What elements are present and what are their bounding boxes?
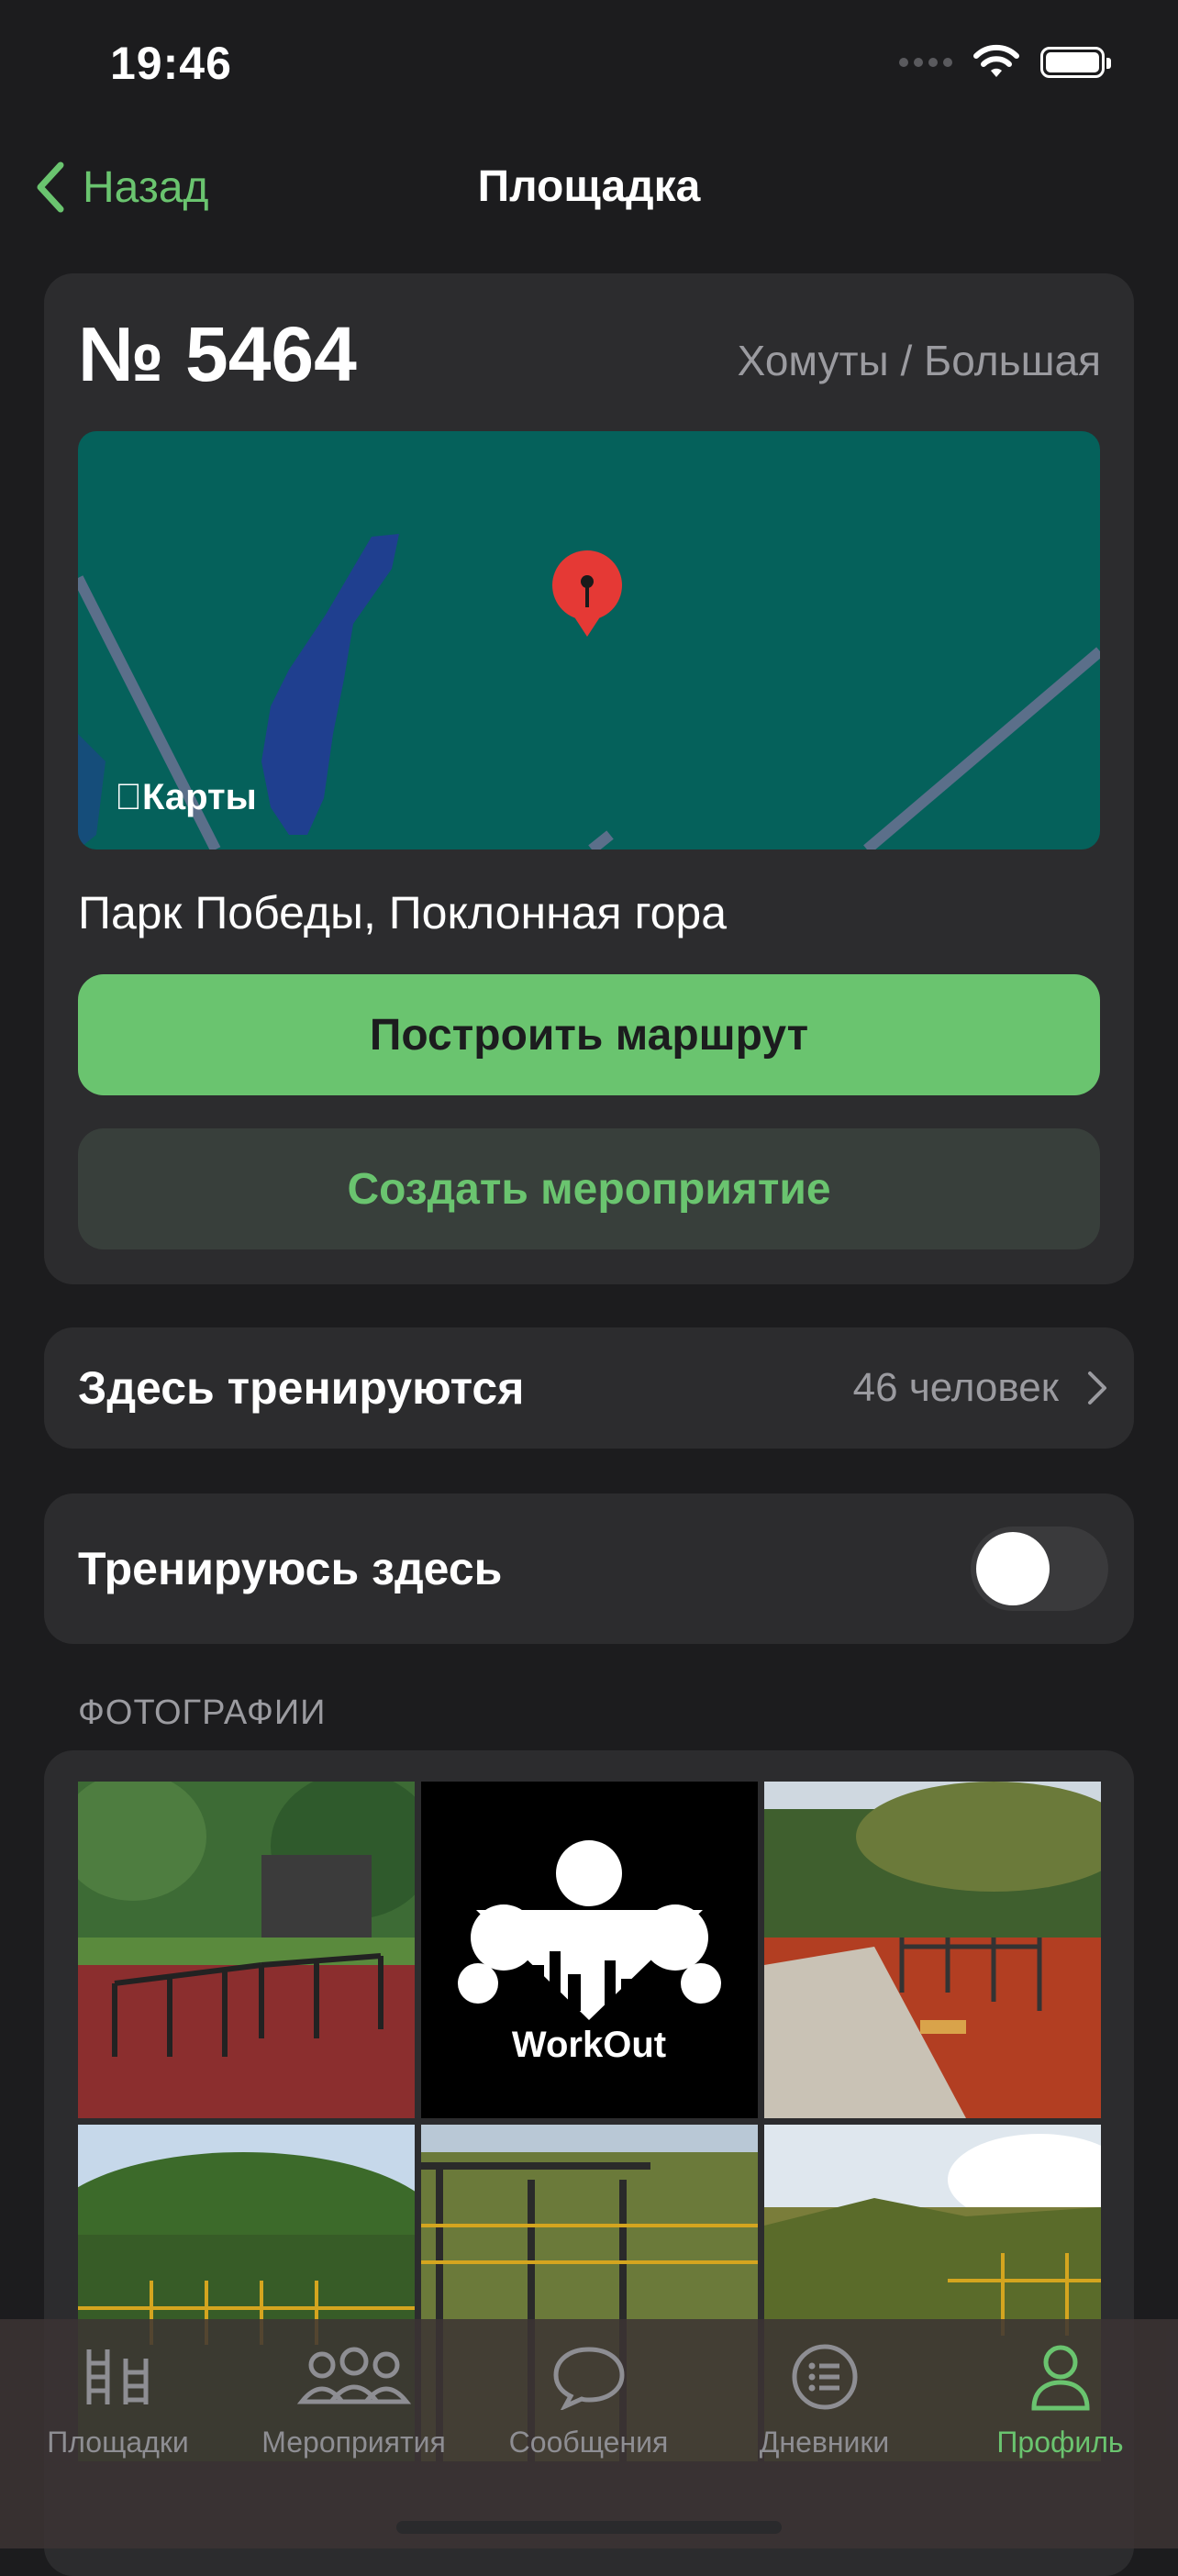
person-icon	[1030, 2345, 1090, 2411]
navigation-bar: Назад Площадка	[0, 147, 1178, 229]
wifi-icon	[973, 44, 1019, 77]
trainers-row[interactable]: Здесь тренируются 46 человек	[44, 1327, 1134, 1449]
home-indicator[interactable]	[396, 2521, 782, 2534]
photo-thumbnail[interactable]	[78, 1782, 415, 2118]
cellular-signal-icon	[899, 58, 952, 67]
chat-bubble-icon	[552, 2347, 625, 2410]
tab-label: Мероприятия	[261, 2426, 446, 2459]
train-here-toggle[interactable]	[971, 1527, 1108, 1611]
photos-section-title: ФОТОГРАФИИ	[78, 1693, 327, 1732]
chevron-right-icon	[1088, 1371, 1106, 1405]
maps-attribution: Карты	[115, 777, 257, 817]
list-icon	[792, 2344, 857, 2410]
trainers-count-wrap: 46 человек	[853, 1327, 1108, 1449]
location-pin-icon[interactable]	[546, 549, 628, 640]
status-icons	[899, 44, 1111, 81]
map-view[interactable]: Карты	[78, 431, 1100, 849]
park-number: № 5464	[78, 311, 357, 397]
apple-logo-icon: 	[115, 777, 142, 817]
trainers-count: 46 человек	[852, 1365, 1059, 1410]
status-time: 19:46	[110, 38, 232, 89]
tab-label: Площадки	[47, 2426, 189, 2459]
train-here-row: Тренируюсь здесь	[44, 1493, 1134, 1644]
workout-logo-photo[interactable]: WorkOut	[421, 1782, 758, 2118]
workout-logo-text: WorkOut	[512, 2025, 666, 2065]
tab-label: Сообщения	[508, 2426, 669, 2459]
page-title: Площадка	[477, 162, 701, 211]
create-event-button[interactable]: Создать мероприятие	[78, 1128, 1100, 1249]
battery-icon	[1040, 47, 1111, 78]
photo-thumbnail[interactable]	[764, 1782, 1101, 2118]
trainers-label: Здесь тренируются	[78, 1362, 525, 1414]
park-address: Парк Победы, Поклонная гора	[78, 887, 728, 938]
people-icon	[296, 2347, 411, 2404]
park-type: Хомуты / Большая	[737, 337, 1101, 384]
status-bar: 19:46	[0, 0, 1178, 138]
build-route-button[interactable]: Построить маршрут	[78, 974, 1100, 1095]
tab-profile[interactable]: Профиль	[942, 2319, 1178, 2503]
ladder-icon	[86, 2349, 148, 2404]
toggle-knob	[976, 1532, 1050, 1605]
tab-parks[interactable]: Площадки	[0, 2319, 236, 2503]
tab-label: Дневники	[759, 2426, 890, 2459]
tab-events[interactable]: Мероприятия	[236, 2319, 472, 2503]
tab-diaries[interactable]: Дневники	[706, 2319, 942, 2503]
tab-messages[interactable]: Сообщения	[471, 2319, 706, 2503]
park-info-card: № 5464 Хомуты / Большая Карты Парк Побе…	[44, 273, 1134, 1284]
tab-label: Профиль	[996, 2426, 1124, 2459]
tab-bar: Площадки Мероприятия Сообщения Дневники …	[0, 2319, 1178, 2548]
train-here-label: Тренируюсь здесь	[78, 1543, 503, 1594]
